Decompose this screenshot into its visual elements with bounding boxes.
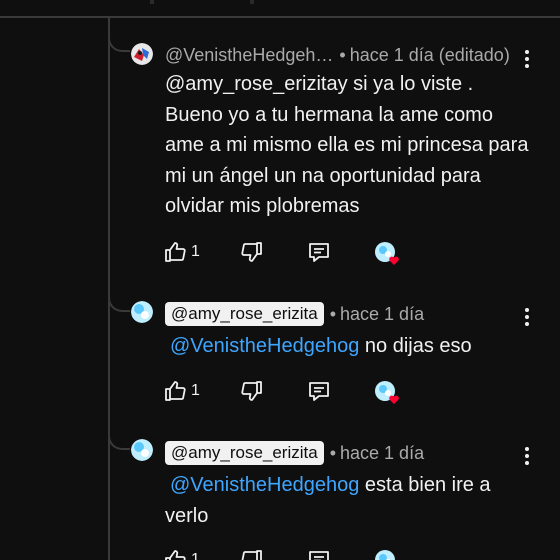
comment-menu-button[interactable] [519, 445, 535, 467]
comment-timestamp[interactable]: • hace 1 día [330, 443, 424, 464]
reply-connector [108, 428, 130, 450]
creator-heart-icon [375, 381, 399, 404]
thumbs-down-icon [241, 550, 262, 560]
comment-text: @amy_rose_erizitay si ya lo viste . Buen… [165, 73, 529, 217]
more-vertical-icon [525, 447, 529, 451]
reply-button[interactable] [307, 547, 331, 560]
like-count: 1 [191, 243, 200, 260]
more-vertical-icon [525, 308, 529, 312]
creator-heart-icon [375, 242, 399, 265]
like-count: 1 [191, 382, 200, 399]
dislike-button[interactable] [240, 378, 264, 404]
more-vertical-icon [525, 50, 529, 54]
thumbs-up-icon [165, 381, 186, 401]
comment-thread: @VenistheHedgeh… • hace 1 día (editado) @… [0, 0, 560, 560]
reply-comment-icon [309, 382, 329, 401]
mention-link[interactable]: @VenistheHedgehog [170, 474, 359, 496]
comment-menu-button[interactable] [519, 306, 535, 328]
creator-heart [374, 241, 399, 265]
reply-connector [108, 290, 130, 312]
comment-header: @amy_rose_erizita • hace 1 día [165, 441, 424, 465]
reply-comment-icon [309, 243, 329, 262]
comment-text: @VenistheHedgehog no dijas eso [170, 335, 472, 357]
reply-button[interactable] [307, 378, 331, 404]
comment-author-chip[interactable]: @amy_rose_erizita [165, 302, 324, 326]
comment-menu-button[interactable] [519, 48, 535, 70]
top-divider-stub [250, 0, 254, 4]
comment-timestamp[interactable]: • hace 1 día (editado) [339, 45, 509, 66]
like-button[interactable]: 1 [163, 239, 200, 265]
mention-link[interactable]: @VenistheHedgehog [170, 335, 359, 357]
top-divider [0, 16, 560, 18]
dislike-button[interactable] [240, 547, 264, 560]
like-button[interactable]: 1 [163, 378, 200, 404]
reply-comment-icon [309, 551, 329, 560]
reply-connector [108, 30, 130, 52]
thumbs-up-icon [165, 550, 186, 560]
dislike-button[interactable] [240, 239, 264, 265]
thumbs-up-icon [165, 242, 186, 262]
reply-thread-line [108, 18, 110, 560]
creator-heart [374, 549, 398, 560]
creator-heart-icon [375, 550, 395, 560]
comment-author-chip[interactable]: @amy_rose_erizita [165, 441, 324, 465]
like-button[interactable]: 1 [163, 547, 200, 560]
comment-timestamp[interactable]: • hace 1 día [330, 304, 424, 325]
thumbs-down-icon [241, 242, 262, 262]
comment-header: @amy_rose_erizita • hace 1 día [165, 302, 424, 326]
avatar[interactable] [131, 43, 153, 65]
comment-text: @VenistheHedgehog esta bien ire a verlo [165, 474, 491, 527]
top-divider-stub [150, 0, 154, 4]
avatar[interactable] [131, 301, 153, 323]
comment-author[interactable]: @VenistheHedgeh… [165, 45, 333, 66]
creator-heart [374, 380, 399, 404]
comment-header: @VenistheHedgeh… • hace 1 día (editado) [165, 45, 510, 66]
reply-button[interactable] [307, 239, 331, 265]
like-count: 1 [191, 551, 200, 560]
avatar[interactable] [131, 439, 153, 461]
thumbs-down-icon [241, 381, 262, 401]
